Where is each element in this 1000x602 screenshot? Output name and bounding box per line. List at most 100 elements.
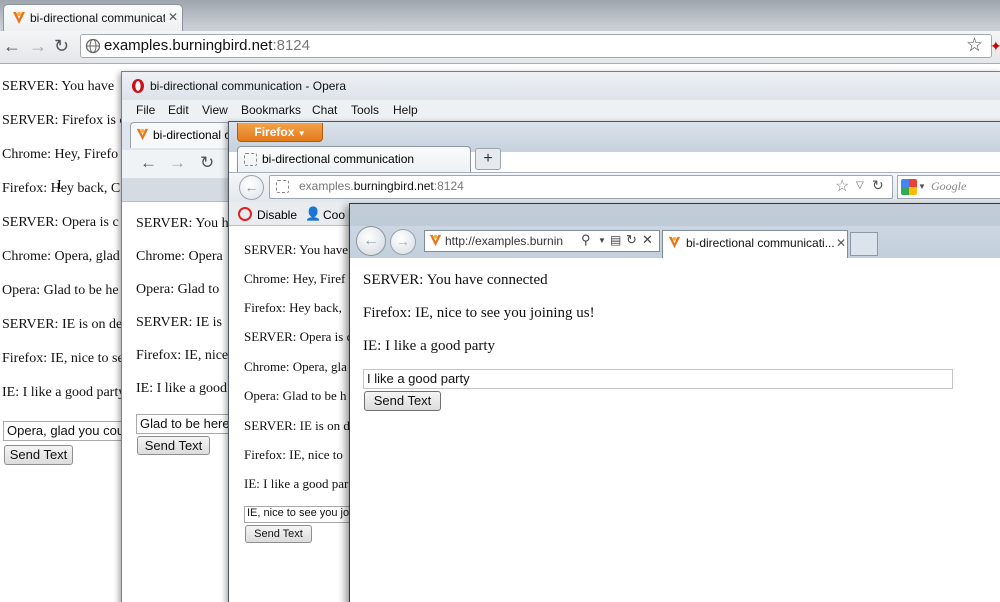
list-item: SERVER: You have connected [363, 272, 548, 288]
wrench-icon[interactable]: ✦ [990, 38, 1000, 52]
firefox-url-prefix: examples. [299, 179, 354, 193]
list-item: SERVER: Firefox is c [2, 113, 121, 128]
reload-icon[interactable]: ↻ [200, 154, 214, 172]
firefox-tab-title: bi-directional communication [262, 152, 415, 166]
forward-arrow-icon[interactable]: → [169, 154, 186, 172]
list-item: Opera: Glad to be h [244, 388, 347, 403]
reload-icon[interactable]: ↻ [626, 232, 637, 248]
list-item: Firefox: Hey back, [244, 300, 342, 315]
back-arrow-icon[interactable]: ← [356, 226, 386, 256]
page-icon [244, 153, 257, 166]
chrome-tab-favicon-icon [11, 10, 27, 29]
firefox-send-button[interactable]: Send Text [245, 525, 312, 543]
list-item: SERVER: IE is on de [2, 317, 121, 332]
list-item: SERVER: Opera is c [2, 215, 119, 230]
menu-tools[interactable]: Tools [351, 103, 379, 117]
chrome-url-host: examples.burningbird.net [104, 37, 273, 54]
reload-icon[interactable]: ↻ [872, 177, 884, 194]
person-icon: 👤 [305, 206, 322, 221]
chrome-url: examples.burningbird.net:8124 [104, 37, 310, 54]
chrome-tab-title: bi-directional communicati [30, 11, 165, 25]
list-item: SERVER: IE is on d [244, 418, 349, 433]
star-icon[interactable]: ☆ [835, 176, 849, 196]
forward-arrow-icon[interactable]: → [390, 229, 416, 255]
list-item: Opera: Glad to [136, 282, 220, 297]
list-item: IE: I like a good [136, 381, 227, 396]
ie-blurred-toolbar [350, 204, 1000, 226]
opera-window-title: bi-directional communication - Opera [150, 79, 347, 93]
list-item: Firefox: IE, nice to se [2, 351, 121, 366]
page-icon [276, 180, 289, 193]
list-item: SERVER: You have [2, 79, 115, 94]
ie-message-input[interactable]: I like a good party [363, 369, 953, 389]
opera-tab-title: bi-directional c [153, 128, 229, 142]
menu-help[interactable]: Help [393, 103, 418, 117]
reload-icon[interactable]: ↻ [54, 37, 69, 55]
globe-icon [85, 38, 101, 57]
text-cursor-icon: I [57, 178, 62, 193]
star-icon[interactable]: ☆ [966, 34, 983, 57]
list-item: SERVER: IE is [136, 315, 222, 330]
back-arrow-icon[interactable]: ← [3, 37, 21, 55]
menu-bookmarks[interactable]: Bookmarks [241, 103, 301, 117]
chevron-down-icon[interactable]: ▼ [918, 182, 926, 191]
opera-tab[interactable]: bi-directional c [130, 122, 230, 148]
firefox-message-input[interactable]: IE, nice to see you join [244, 506, 354, 523]
list-item: Opera: Glad to be he [2, 283, 119, 298]
close-icon[interactable]: ✕ [836, 236, 846, 250]
firefox-tab[interactable]: bi-directional communication [237, 146, 471, 172]
list-item: Chrome: Opera, gla [244, 359, 347, 374]
ie-send-button[interactable]: Send Text [364, 391, 441, 411]
chrome-send-button[interactable]: Send Text [4, 445, 73, 465]
opera-tab-favicon-icon [135, 127, 150, 145]
disable-icon [238, 207, 252, 221]
list-item: IE: I like a good party [2, 385, 121, 400]
list-item: IE: I like a good party [363, 338, 496, 354]
dropdown-icon[interactable]: ▽ [856, 180, 864, 191]
chrome-message-input[interactable]: Opera, glad you coul [3, 421, 128, 441]
firefox-menu-button[interactable]: Firefox ▼ [237, 123, 323, 142]
list-item: IE: I like a good par [244, 476, 349, 491]
menu-view[interactable]: View [202, 103, 228, 117]
list-item: Chrome: Hey, Firef [244, 271, 346, 286]
stop-icon[interactable]: ✕ [642, 232, 653, 248]
ie-window: ← → http://examples.burnin ⚲ ▼ ▤ ↻ ✕ bi-… [349, 203, 1000, 602]
menu-file[interactable]: File [136, 103, 155, 117]
back-arrow-icon[interactable]: ← [239, 175, 264, 200]
ie-favicon-icon [428, 233, 443, 251]
ie-url: http://examples.burnin [445, 234, 564, 248]
list-item: Firefox: IE, nice to see you joining us! [363, 305, 595, 321]
list-item: Chrome: Opera [136, 249, 223, 264]
list-item: SERVER: Opera is c [244, 329, 349, 344]
menu-chat[interactable]: Chat [312, 103, 337, 117]
search-icon[interactable]: ⚲ [581, 232, 591, 248]
chrome-tab[interactable]: bi-directional communicati ✕ [3, 4, 183, 31]
search-placeholder: Google [931, 179, 967, 193]
firefox-menu-label: Firefox [254, 125, 295, 139]
ie-tab-title: bi-directional communicati... [686, 236, 834, 250]
firefox-url: examples.burningbird.net:8124 [299, 179, 464, 193]
opera-send-button[interactable]: Send Text [137, 436, 210, 455]
list-item: Firefox: IE, nice [136, 348, 228, 363]
ie-tab-favicon-icon [667, 235, 682, 253]
opera-message-input[interactable]: Glad to be here, [136, 414, 236, 434]
list-item: SERVER: You have [244, 242, 349, 257]
opera-menubar: File Edit View Bookmarks Chat Tools Help [122, 100, 1000, 122]
chevron-down-icon: ▼ [297, 129, 306, 138]
list-item: Firefox: IE, nice to [244, 447, 343, 462]
back-arrow-icon[interactable]: ← [140, 154, 157, 172]
chrome-url-port: :8124 [272, 37, 310, 54]
list-item: Chrome: Opera, glad [2, 249, 120, 264]
close-icon[interactable]: ✕ [168, 10, 178, 24]
compatibility-icon[interactable]: ▤ [610, 233, 621, 247]
firefox-url-port: :8124 [433, 179, 464, 193]
new-tab-button[interactable] [850, 232, 878, 256]
devbar-cookies-menu[interactable]: Coo [323, 208, 345, 222]
forward-arrow-icon[interactable]: → [29, 37, 47, 55]
devbar-disable-menu[interactable]: Disable [257, 208, 297, 222]
menu-edit[interactable]: Edit [168, 103, 189, 117]
chrome-page [0, 64, 121, 602]
dropdown-icon[interactable]: ▼ [598, 236, 606, 245]
google-icon [901, 179, 917, 195]
new-tab-button[interactable]: + [475, 148, 501, 170]
